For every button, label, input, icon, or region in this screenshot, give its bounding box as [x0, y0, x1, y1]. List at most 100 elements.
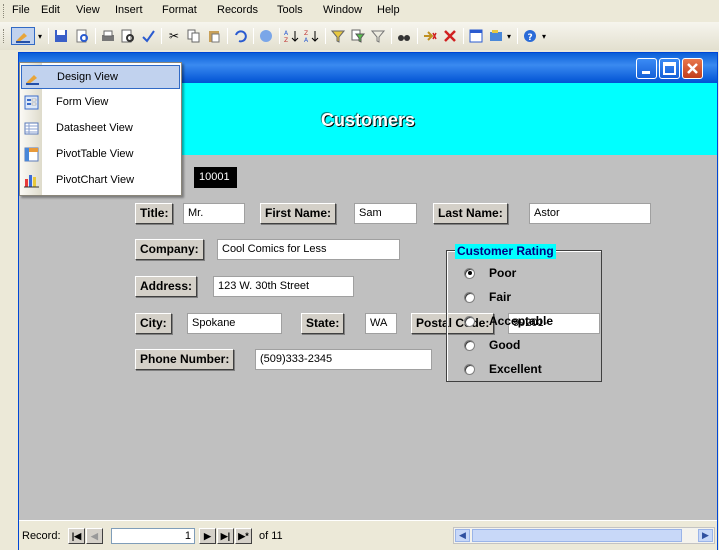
view-dropdown-icon[interactable]: ▾	[36, 27, 44, 45]
menu-edit[interactable]: Edit	[41, 4, 60, 16]
save-icon[interactable]	[52, 27, 70, 45]
view-icon[interactable]	[11, 27, 35, 45]
menu-tools[interactable]: Tools	[277, 4, 303, 16]
svg-text:A: A	[284, 30, 289, 37]
file-search-icon[interactable]	[73, 27, 91, 45]
phone-number-field[interactable]: (509)333-2345	[255, 349, 432, 370]
title-field[interactable]: Mr.	[183, 203, 245, 224]
database-window-icon[interactable]	[487, 27, 505, 45]
sort-ascending-icon[interactable]: AZ	[283, 27, 301, 45]
radio-icon[interactable]	[464, 315, 475, 327]
menu-item-datasheet-view[interactable]: Datasheet View	[21, 117, 180, 141]
new-object-dropdown-icon[interactable]: ▾	[505, 27, 513, 45]
filter-by-form-icon[interactable]	[349, 27, 367, 45]
svg-text:A: A	[304, 37, 309, 43]
menu-item-label: Design View	[57, 71, 118, 83]
rating-option-excellent[interactable]: Excellent	[464, 361, 542, 377]
radio-selected-icon[interactable]	[464, 267, 475, 279]
menu-bar: File Edit View Insert Format Records Too…	[0, 0, 719, 22]
maximize-icon[interactable]	[659, 58, 680, 79]
form-detail: 10001 Title: Mr. First Name: Sam Last Na…	[19, 155, 717, 520]
scroll-right-icon[interactable]: ▶	[698, 529, 713, 542]
menu-item-label: PivotTable View	[56, 148, 134, 160]
horizontal-scrollbar[interactable]: ◀ ▶	[453, 527, 715, 544]
spelling-icon[interactable]	[139, 27, 157, 45]
menubar-grip[interactable]	[3, 4, 6, 18]
cut-icon[interactable]: ✂	[165, 27, 183, 45]
new-record-nav-icon[interactable]: ▶*	[235, 528, 252, 544]
help-icon[interactable]: ?	[521, 27, 539, 45]
rating-option-label: Poor	[489, 266, 517, 280]
rating-option-label: Acceptable	[489, 314, 554, 328]
rating-option-acceptable[interactable]: Acceptable	[464, 313, 553, 329]
record-label: Record:	[22, 530, 61, 542]
record-number-input[interactable]: 1	[111, 528, 195, 544]
address-label: Address:	[135, 276, 198, 297]
rating-option-label: Fair	[489, 290, 512, 304]
next-record-icon[interactable]: ▶	[199, 528, 216, 544]
datasheet-view-icon	[24, 121, 39, 136]
customer-rating-label: Customer Rating	[455, 244, 556, 259]
pivotchart-view-icon	[24, 173, 39, 188]
company-field[interactable]: Cool Comics for Less	[217, 239, 400, 260]
form-view-icon	[24, 95, 39, 110]
toolbar-grip[interactable]	[3, 29, 6, 43]
paste-icon[interactable]	[205, 27, 223, 45]
menu-window[interactable]: Window	[323, 4, 362, 16]
record-navigation-bar: Record: |◀ ◀ 1 ▶ ▶| ▶* of 11 ◀ ▶	[19, 520, 717, 550]
find-icon[interactable]	[395, 27, 413, 45]
menu-records[interactable]: Records	[217, 4, 258, 16]
toolbar-options-icon[interactable]: ▾	[540, 27, 548, 45]
rating-option-poor[interactable]: Poor	[464, 265, 516, 281]
print-preview-icon[interactable]	[119, 27, 137, 45]
scrollbar-thumb[interactable]	[472, 529, 682, 542]
rating-option-fair[interactable]: Fair	[464, 289, 511, 305]
last-name-field[interactable]: Astor	[529, 203, 651, 224]
rating-option-good[interactable]: Good	[464, 337, 520, 353]
menu-item-pivottable-view[interactable]: PivotTable View	[21, 143, 180, 167]
hyperlink-icon[interactable]	[257, 27, 275, 45]
svg-text:Z: Z	[304, 30, 308, 37]
delete-record-icon[interactable]	[441, 27, 459, 45]
city-field[interactable]: Spokane	[187, 313, 282, 334]
previous-record-icon[interactable]: ◀	[86, 528, 103, 544]
menu-format[interactable]: Format	[162, 4, 197, 16]
filter-by-selection-icon[interactable]	[329, 27, 347, 45]
pivottable-view-icon	[24, 147, 39, 162]
copy-icon[interactable]	[185, 27, 203, 45]
minimize-icon[interactable]	[636, 58, 657, 79]
menu-help[interactable]: Help	[377, 4, 400, 16]
apply-filter-icon[interactable]	[369, 27, 387, 45]
radio-icon[interactable]	[464, 291, 475, 303]
radio-icon[interactable]	[464, 339, 475, 351]
print-icon[interactable]	[99, 27, 117, 45]
close-icon[interactable]	[682, 58, 703, 79]
menu-item-design-view[interactable]: Design View	[21, 65, 180, 89]
scroll-left-icon[interactable]: ◀	[455, 529, 470, 542]
menu-file[interactable]: File	[12, 4, 30, 16]
sort-descending-icon[interactable]: ZA	[303, 27, 321, 45]
rating-option-label: Good	[489, 338, 521, 352]
menu-item-label: Datasheet View	[56, 122, 133, 134]
last-record-icon[interactable]: ▶|	[217, 528, 234, 544]
menu-insert[interactable]: Insert	[115, 4, 143, 16]
menu-item-pivotchart-view[interactable]: PivotChart View	[21, 169, 180, 193]
menu-view[interactable]: View	[76, 4, 100, 16]
new-record-icon[interactable]	[421, 27, 439, 45]
menu-item-label: PivotChart View	[56, 174, 135, 186]
undo-icon[interactable]	[231, 27, 249, 45]
customer-id-field[interactable]: 10001	[194, 167, 237, 188]
menu-item-form-view[interactable]: Form View	[21, 91, 180, 115]
toolbar: ▾ ✂ AZ ZA ▾ ? ▾	[0, 22, 719, 50]
view-dropdown-menu: Design View Form View Datasheet View Piv…	[19, 62, 182, 196]
first-name-field[interactable]: Sam	[354, 203, 417, 224]
company-label: Company:	[135, 239, 204, 260]
last-name-label: Last Name:	[433, 203, 508, 224]
radio-icon[interactable]	[464, 363, 475, 375]
record-count: of 11	[259, 530, 283, 542]
state-label: State:	[301, 313, 345, 334]
state-field[interactable]: WA	[365, 313, 397, 334]
properties-icon[interactable]	[467, 27, 485, 45]
first-record-icon[interactable]: |◀	[68, 528, 85, 544]
address-field[interactable]: 123 W. 30th Street	[213, 276, 354, 297]
